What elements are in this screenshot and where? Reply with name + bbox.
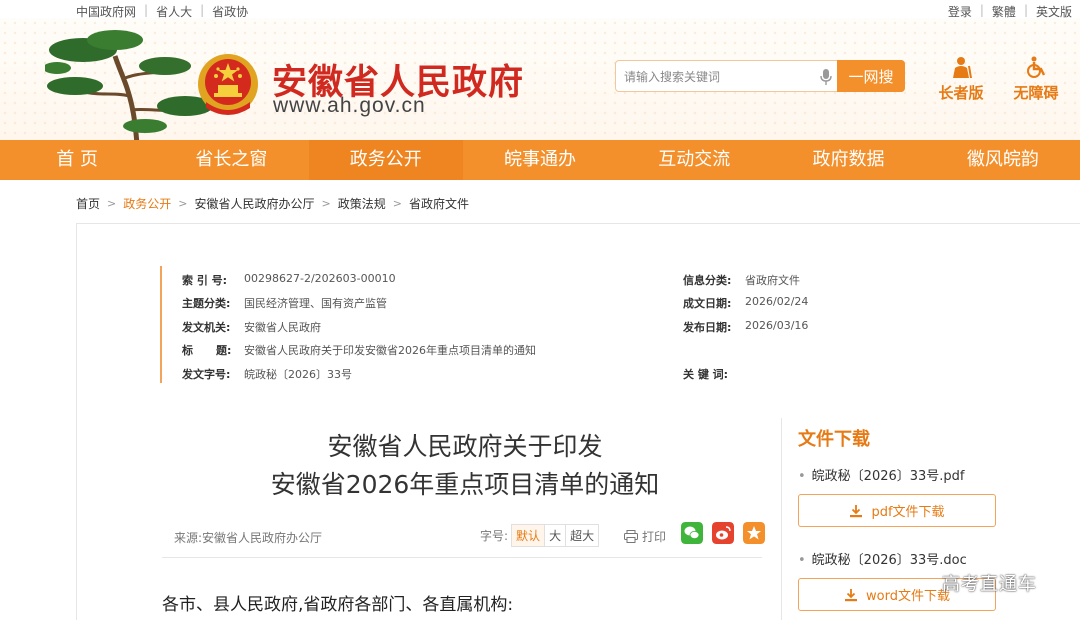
top-links-bar: 中国政府网 | 省人大 | 省政协 登录 | 繁體 | 英文版 (0, 0, 1080, 20)
nav-interaction[interactable]: 互动交流 (617, 140, 771, 180)
accessibility-button[interactable]: 无障碍 (1006, 56, 1066, 103)
breadcrumb-home[interactable]: 首页 (76, 195, 100, 212)
meta-published-row: 发布日期: 2026/03/16 (683, 319, 809, 334)
site-url: www.ah.gov.cn (273, 94, 426, 117)
download-icon (845, 588, 858, 601)
meta-docno-row: 发文字号: 皖政秘〔2026〕33号 (182, 366, 352, 381)
article-toolbar: 来源:安徽省人民政府办公厅 字号: 默认 大 超大 打印 (162, 520, 765, 558)
font-size-label: 字号: (480, 529, 509, 543)
site-header: 安徽省人民政府 www.ah.gov.cn 一网搜 长者版 无障碍 (0, 18, 1080, 144)
pdf-download-button[interactable]: pdf文件下载 (798, 494, 996, 527)
search-button[interactable]: 一网搜 (837, 60, 905, 92)
meta-title-row: 标 题: 安徽省人民政府关于印发安徽省2026年重点项目清单的通知 (182, 342, 536, 357)
article-title-line1: 安徽省人民政府关于印发 (327, 432, 603, 461)
favorite-star-icon[interactable] (743, 522, 765, 544)
national-emblem-icon (198, 54, 258, 115)
pdf-file-label: 皖政秘〔2026〕33号.pdf (811, 469, 965, 484)
meta-category-value: 省政府文件 (745, 274, 800, 287)
wheelchair-icon (1027, 56, 1046, 78)
meta-docno-value: 皖政秘〔2026〕33号 (244, 368, 352, 381)
meta-category-row: 信息分类: 省政府文件 (683, 272, 800, 287)
doc-file-label: 皖政秘〔2026〕33号.doc (811, 553, 967, 568)
breadcrumb-provincial-documents[interactable]: 省政府文件 (409, 195, 469, 212)
meta-issuer-row: 发文机关: 安徽省人民政府 (182, 319, 321, 334)
pine-tree-logo-icon (45, 30, 213, 144)
document-meta: 索 引 号: 00298627-2/202603-00010 主题分类: 国民经… (160, 266, 860, 383)
font-size-large[interactable]: 大 (544, 524, 567, 547)
nav-services[interactable]: 皖事通办 (463, 140, 617, 180)
elder-mode-label: 长者版 (938, 84, 984, 102)
downloads-title: 文件下载 (798, 429, 870, 450)
meta-topic-value: 国民经济管理、国有资产监管 (244, 297, 387, 310)
doc-file-name: • 皖政秘〔2026〕33号.doc (798, 549, 967, 568)
chevron-right-icon: > (321, 197, 331, 210)
article-title: 安徽省人民政府关于印发 安徽省2026年重点项目清单的通知 (175, 428, 755, 504)
elder-mode-button[interactable]: 长者版 (931, 56, 991, 103)
nav-home[interactable]: 首 页 (0, 140, 154, 180)
pdf-download-label: pdf文件下载 (871, 505, 945, 520)
print-button[interactable]: 打印 (624, 528, 666, 545)
meta-docno-label: 发文字号: (182, 368, 231, 381)
breadcrumb-general-office[interactable]: 安徽省人民政府办公厅 (194, 195, 314, 212)
meta-keywords-row: 关 键 词: (683, 366, 745, 381)
meta-created-row: 成文日期: 2026/02/24 (683, 295, 809, 310)
bullet: • (798, 553, 806, 568)
meta-topic-label: 主题分类: (182, 297, 231, 310)
sidebar-divider (781, 418, 782, 620)
meta-keywords-label: 关 键 词: (683, 368, 729, 381)
accessibility-label: 无障碍 (1013, 84, 1059, 102)
print-label: 打印 (642, 530, 667, 544)
search-box: 一网搜 (615, 60, 905, 92)
meta-index-row: 索 引 号: 00298627-2/202603-00010 (182, 272, 396, 287)
meta-index-label: 索 引 号: (182, 274, 228, 287)
main-nav: 首 页 省长之窗 政务公开 皖事通办 互动交流 政府数据 徽风皖韵 (0, 140, 1080, 180)
wechat-share-icon[interactable] (681, 522, 703, 544)
microphone-icon[interactable] (819, 68, 833, 86)
breadcrumb-government-affairs[interactable]: 政务公开 (123, 195, 171, 212)
font-size-default[interactable]: 默认 (511, 524, 546, 547)
meta-issuer-value: 安徽省人民政府 (244, 321, 321, 334)
nav-governor-window[interactable]: 省长之窗 (154, 140, 308, 180)
article-source: 来源:安徽省人民政府办公厅 (174, 531, 323, 545)
download-icon (850, 504, 863, 517)
chevron-right-icon: > (392, 197, 402, 210)
bullet: • (798, 469, 806, 484)
meta-title-label: 标 题: (182, 344, 232, 357)
meta-issuer-label: 发文机关: (182, 321, 231, 334)
watermark-text: 高考直通车 (942, 574, 1037, 595)
meta-created-label: 成文日期: (683, 297, 732, 310)
chevron-right-icon: > (107, 197, 117, 210)
nav-government-affairs[interactable]: 政务公开 (308, 140, 463, 180)
meta-index-value: 00298627-2/202603-00010 (244, 272, 396, 285)
meta-published-label: 发布日期: (683, 321, 732, 334)
printer-icon (624, 530, 638, 543)
article-greeting: 各市、县人民政府,省政府各部门、各直属机构: (162, 595, 514, 615)
chevron-right-icon: > (178, 197, 188, 210)
article-title-line2: 安徽省2026年重点项目清单的通知 (270, 470, 660, 499)
weibo-share-icon[interactable] (712, 522, 734, 544)
breadcrumb-policies[interactable]: 政策法规 (338, 195, 386, 212)
elder-icon (953, 57, 972, 78)
search-input[interactable] (624, 67, 814, 87)
font-size-selector: 字号: 默认 大 超大 (480, 524, 600, 547)
breadcrumb: 首页 > 政务公开 > 安徽省人民政府办公厅 > 政策法规 > 省政府文件 (76, 195, 469, 212)
meta-published-value: 2026/03/16 (745, 319, 809, 332)
meta-category-label: 信息分类: (683, 274, 732, 287)
pdf-file-name: • 皖政秘〔2026〕33号.pdf (798, 465, 965, 484)
meta-title-value: 安徽省人民政府关于印发安徽省2026年重点项目清单的通知 (244, 344, 536, 357)
word-download-label: word文件下载 (866, 589, 950, 604)
meta-topic-row: 主题分类: 国民经济管理、国有资产监管 (182, 295, 387, 310)
meta-created-value: 2026/02/24 (745, 295, 809, 308)
nav-government-data[interactable]: 政府数据 (771, 140, 925, 180)
font-size-xlarge[interactable]: 超大 (565, 524, 600, 547)
nav-culture[interactable]: 徽风皖韵 (926, 140, 1080, 180)
